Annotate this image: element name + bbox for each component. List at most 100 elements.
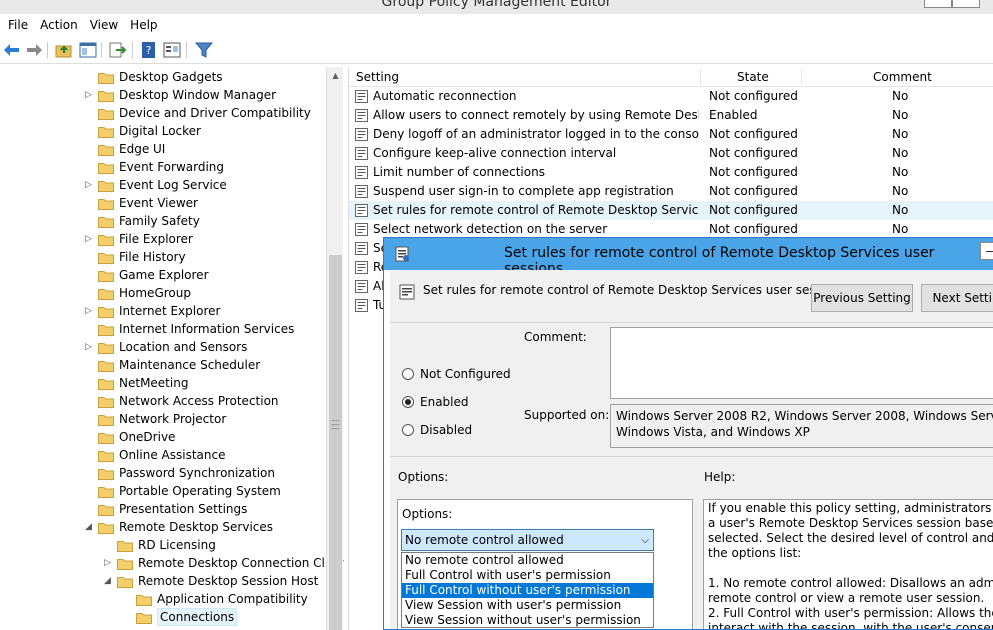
tree-expanded-icon[interactable]: ◢: [85, 518, 93, 536]
folder-icon: [98, 143, 114, 156]
tree-item-label: RD Licensing: [138, 538, 216, 552]
policy-setting-icon: [355, 166, 368, 179]
policy-dialog: Set rules for remote control of Remote D…: [383, 237, 993, 630]
column-setting[interactable]: Setting: [356, 67, 399, 87]
cell-setting: Allow users to connect remotely by using…: [373, 108, 699, 122]
cell-comment: No: [892, 127, 909, 141]
next-setting-button[interactable]: Next Settin: [921, 284, 993, 312]
minimize-icon: [986, 251, 993, 252]
dialog-titlebar: Set rules for remote control of Remote D…: [384, 238, 993, 277]
column-state[interactable]: State: [737, 67, 769, 87]
supported-on-text-2: Windows Vista, and Windows XP: [616, 425, 810, 439]
scroll-up-icon[interactable]: ▲: [327, 67, 344, 84]
cell-comment: No: [892, 165, 909, 179]
up-folder-icon[interactable]: [55, 41, 73, 59]
select-option[interactable]: No remote control allowed: [402, 553, 653, 568]
help-text-line: the options list:: [708, 546, 802, 560]
setting-row[interactable]: Allow users to connect remotely by using…: [349, 106, 993, 125]
policy-setting-icon: [355, 90, 368, 103]
tree-collapsed-icon[interactable]: ▷: [104, 554, 112, 572]
tree-collapsed-icon[interactable]: ▷: [85, 302, 93, 320]
policy-setting-icon: [355, 128, 368, 141]
menu-file[interactable]: File: [0, 14, 34, 36]
tree-collapsed-icon[interactable]: ▷: [85, 230, 93, 248]
cell-setting: Set rules for remote control of Remote D…: [373, 203, 699, 217]
folder-icon: [98, 71, 114, 84]
remote-control-select[interactable]: No remote control allowed ⌵: [401, 529, 654, 551]
scrollbar-thumb[interactable]: [329, 255, 342, 630]
tree-item-label: Event Viewer: [119, 196, 198, 210]
policy-tree: Desktop Gadgets ▷ Desktop Window Manager De…: [0, 67, 344, 630]
filter-icon[interactable]: [194, 41, 214, 59]
cell-comment: No: [892, 146, 909, 160]
supported-on-box: Windows Server 2008 R2, Windows Server 2…: [610, 404, 993, 448]
folder-icon: [98, 215, 114, 228]
tree-expanded-icon[interactable]: ◢: [104, 572, 112, 590]
setting-row[interactable]: Limit number of connections Not configure…: [349, 163, 993, 182]
tree-item-label: Event Forwarding: [119, 160, 225, 174]
help-text-line: remote control or view a remote user ses…: [708, 591, 985, 605]
folder-icon: [98, 89, 114, 102]
tree-item-label: Remote Desktop Services: [119, 520, 274, 534]
folder-icon: [98, 179, 114, 192]
tree-scrollbar[interactable]: ▲ — — —: [326, 67, 343, 630]
folder-icon: [98, 107, 114, 120]
previous-setting-button[interactable]: Previous Setting: [811, 284, 913, 312]
radio-circle-icon: [402, 424, 414, 436]
setting-row[interactable]: Configure keep-alive connection interval…: [349, 144, 993, 163]
dialog-minimize-button[interactable]: [980, 242, 993, 260]
help-icon[interactable]: ?: [140, 41, 158, 59]
tree-item-label: Password Synchronization: [119, 466, 275, 480]
tree-item-label: Game Explorer: [119, 268, 209, 282]
menu-action[interactable]: Action: [34, 14, 84, 36]
select-option[interactable]: View Session without user's permission: [402, 613, 653, 628]
cell-setting: Limit number of connections: [373, 165, 545, 179]
setting-row[interactable]: Set rules for remote control of Remote D…: [349, 201, 993, 220]
tree-collapsed-icon[interactable]: ▷: [85, 176, 93, 194]
select-option[interactable]: Full Control without user's permission: [402, 583, 653, 598]
column-comment[interactable]: Comment: [873, 67, 932, 87]
policy-setting-icon: [355, 147, 368, 160]
help-text-line: 2. Full Control with user's permission: …: [708, 606, 993, 620]
forward-arrow-icon[interactable]: [25, 41, 43, 59]
export-list-icon[interactable]: [108, 41, 127, 59]
tree-item-label: Maintenance Scheduler: [119, 358, 261, 372]
folder-icon: [98, 197, 114, 210]
tree-item-label: Network Access Protection: [119, 394, 279, 408]
comment-textarea[interactable]: [610, 327, 993, 399]
setting-row[interactable]: Deny logoff of an administrator logged i…: [349, 125, 993, 144]
setting-row[interactable]: Automatic reconnection Not configured No: [349, 87, 993, 106]
cell-state: Not configured: [709, 89, 798, 103]
policy-setting-icon: [355, 261, 368, 274]
options-inner-label: Options:: [402, 507, 453, 521]
menu-view[interactable]: View: [84, 14, 124, 36]
show-hide-tree-icon[interactable]: [79, 41, 97, 59]
tree-collapsed-icon[interactable]: ▷: [85, 86, 93, 104]
folder-icon: [98, 251, 114, 264]
policy-setting-icon: [355, 185, 368, 198]
properties-icon[interactable]: [163, 41, 181, 59]
tree-item-label: Device and Driver Compatibility: [119, 106, 311, 120]
scroll-grip-icon: — — —: [331, 416, 340, 434]
policy-setting-icon: [355, 204, 368, 217]
minimize-button[interactable]: [924, 0, 952, 8]
tree-item-label: Remote Desktop Session Host: [138, 574, 319, 588]
tree-item-label: NetMeeting: [119, 376, 189, 390]
cell-setting: Deny logoff of an administrator logged i…: [373, 127, 699, 141]
tree-collapsed-icon[interactable]: ▷: [85, 338, 93, 356]
folder-icon: [98, 395, 114, 408]
select-option[interactable]: View Session with user's permission: [402, 598, 653, 613]
tree-item-label: Location and Sensors: [119, 340, 248, 354]
help-label: Help:: [704, 470, 736, 484]
supported-on-text: Windows Server 2008 R2, Windows Server 2…: [616, 409, 993, 423]
folder-icon: [98, 323, 114, 336]
back-arrow-icon[interactable]: [3, 41, 21, 59]
setting-row[interactable]: Suspend user sign-in to complete app reg…: [349, 182, 993, 201]
help-text-line: a user's Remote Desktop Services session…: [708, 516, 993, 530]
tree-item-label: Network Projector: [119, 412, 227, 426]
menu-help[interactable]: Help: [124, 14, 163, 36]
select-option[interactable]: Full Control with user's permission: [402, 568, 653, 583]
folder-icon: [98, 467, 114, 480]
maximize-button[interactable]: [952, 0, 980, 8]
folder-icon: [98, 413, 114, 426]
